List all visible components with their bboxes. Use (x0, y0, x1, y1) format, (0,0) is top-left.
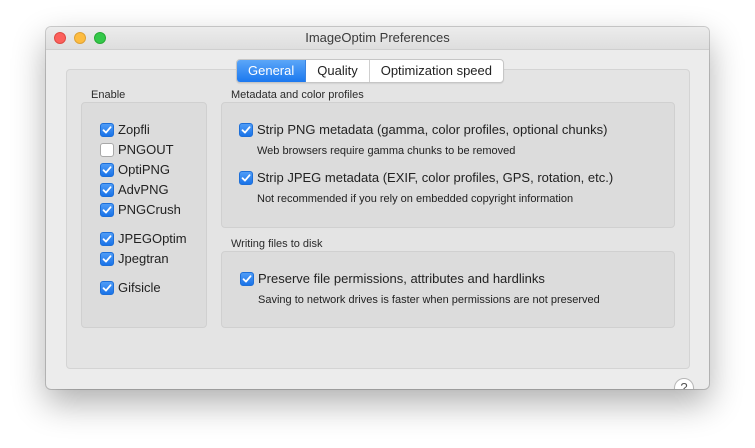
strip-png-checkbox[interactable] (239, 123, 253, 137)
metadata-box: Strip PNG metadata (gamma, color profile… (221, 102, 675, 228)
preserve-permissions-checkbox[interactable] (240, 272, 254, 286)
tab-quality[interactable]: Quality (306, 60, 370, 82)
writing-box: Preserve file permissions, attributes an… (221, 251, 675, 328)
strip-png-label[interactable]: Strip PNG metadata (gamma, color profile… (257, 122, 607, 137)
checkmark-icon (241, 174, 251, 182)
strip-png-note: Web browsers require gamma chunks to be … (257, 145, 516, 157)
tab-optimization-speed[interactable]: Optimization speed (370, 60, 503, 82)
preserve-permissions-label[interactable]: Preserve file permissions, attributes an… (258, 271, 545, 286)
writing-section-label: Writing files to disk (231, 238, 323, 250)
checkmark-icon (242, 275, 252, 283)
pngout-label[interactable]: PNGOUT (118, 142, 174, 157)
advpng-label[interactable]: AdvPNG (118, 182, 169, 197)
preserve-permissions-note: Saving to network drives is faster when … (258, 294, 600, 306)
checkmark-icon (102, 206, 112, 214)
enable-box: Zopfli PNGOUT OptiPNG AdvPNG PNGCrush JP… (81, 102, 207, 328)
tab-view: Enable Zopfli PNGOUT OptiPNG AdvPNG PNGC… (66, 69, 694, 389)
pngcrush-checkbox[interactable] (100, 203, 114, 217)
enable-section-label: Enable (91, 89, 126, 101)
help-button[interactable]: ? (674, 378, 694, 389)
checkmark-icon (102, 126, 112, 134)
preferences-window: ImageOptim Preferences Enable Zopfli PNG… (46, 27, 709, 389)
checkmark-icon (102, 255, 112, 263)
gifsicle-checkbox[interactable] (100, 281, 114, 295)
strip-jpeg-note: Not recommended if you rely on embedded … (257, 193, 574, 205)
jpegoptim-checkbox[interactable] (100, 232, 114, 246)
optipng-checkbox[interactable] (100, 163, 114, 177)
zopfli-checkbox[interactable] (100, 123, 114, 137)
window-title: ImageOptim Preferences (305, 30, 450, 45)
title-bar[interactable]: ImageOptim Preferences (46, 27, 709, 50)
advpng-checkbox[interactable] (100, 183, 114, 197)
jpegtran-checkbox[interactable] (100, 252, 114, 266)
optipng-label[interactable]: OptiPNG (118, 162, 170, 177)
gifsicle-label[interactable]: Gifsicle (118, 280, 161, 295)
tab-bar: General Quality Optimization speed (236, 59, 504, 83)
pngout-checkbox[interactable] (100, 143, 114, 157)
strip-jpeg-checkbox[interactable] (239, 171, 253, 185)
checkmark-icon (102, 284, 112, 292)
jpegoptim-label[interactable]: JPEGOptim (118, 231, 187, 246)
metadata-section-label: Metadata and color profiles (231, 89, 364, 101)
jpegtran-label[interactable]: Jpegtran (118, 251, 169, 266)
checkmark-icon (102, 166, 112, 174)
checkmark-icon (102, 235, 112, 243)
tab-general[interactable]: General (237, 60, 307, 82)
zopfli-label[interactable]: Zopfli (118, 122, 150, 137)
checkmark-icon (241, 126, 251, 134)
checkmark-icon (102, 186, 112, 194)
strip-jpeg-label[interactable]: Strip JPEG metadata (EXIF, color profile… (257, 170, 613, 185)
pngcrush-label[interactable]: PNGCrush (118, 202, 181, 217)
